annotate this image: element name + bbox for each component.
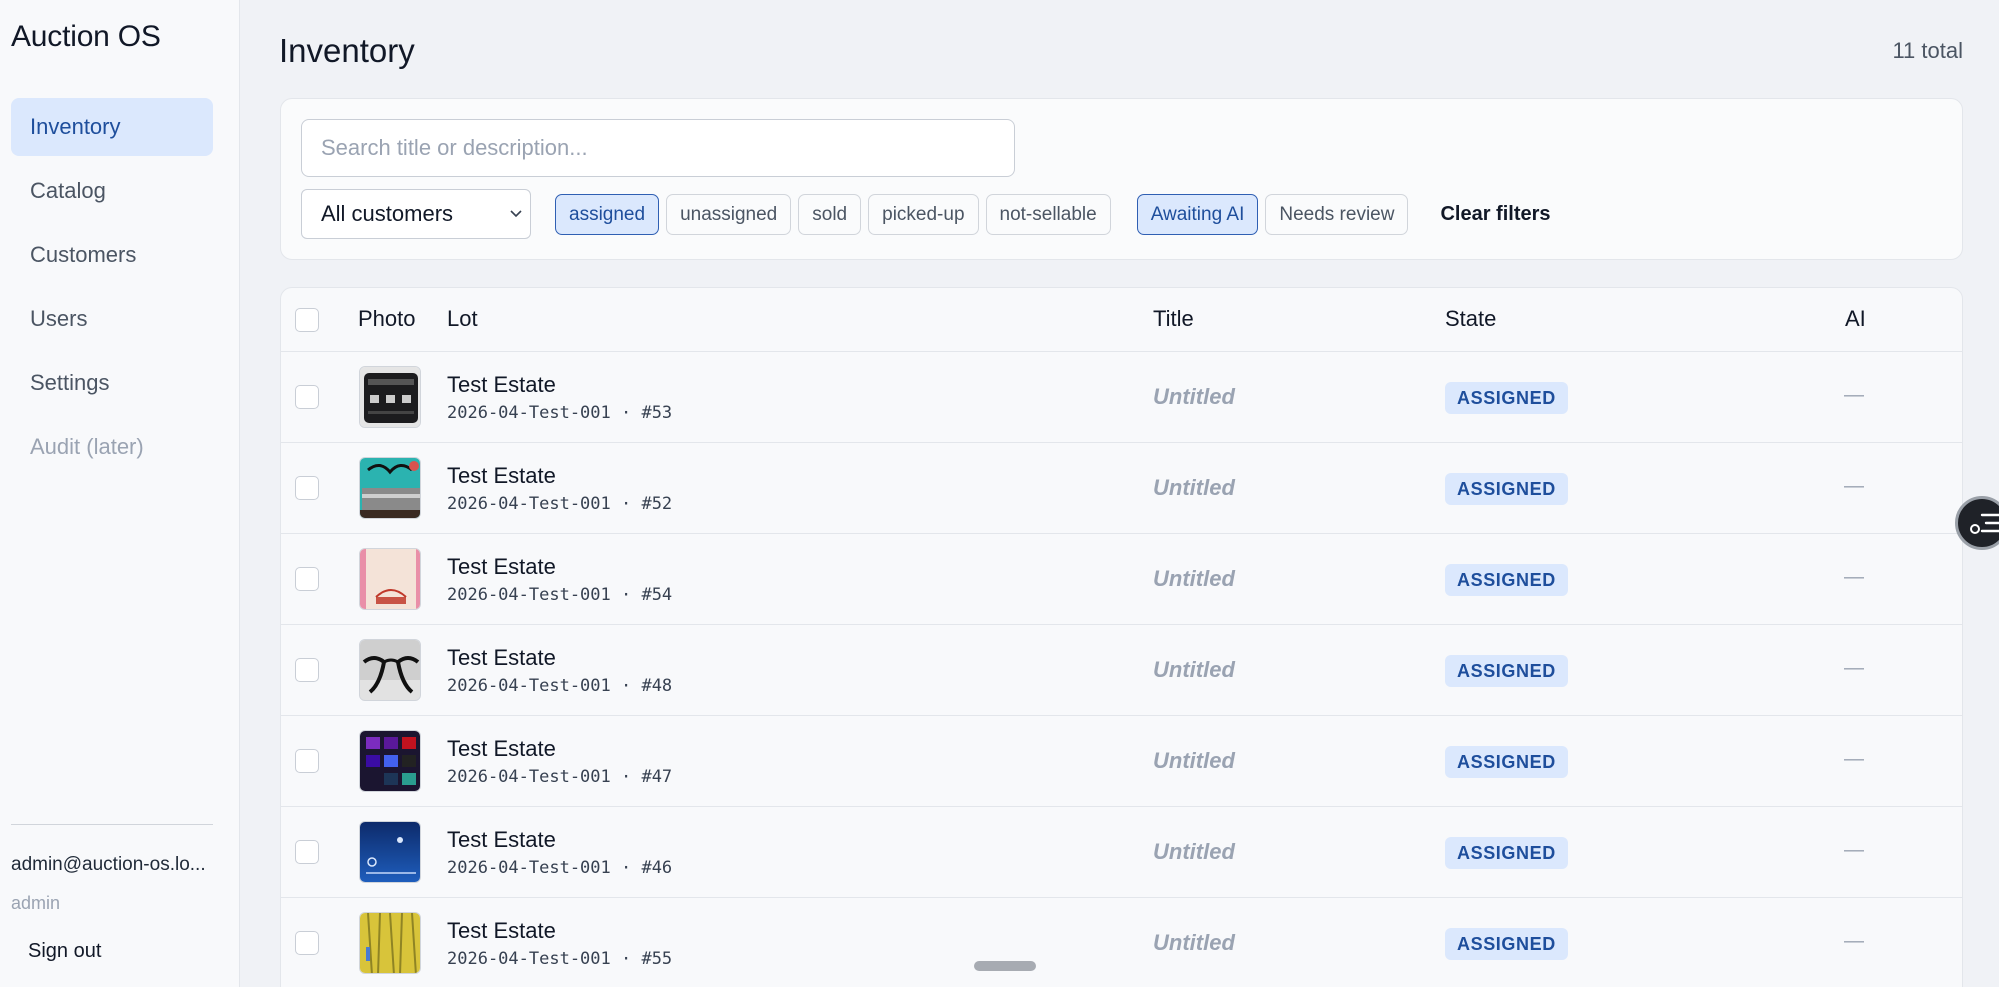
ai-status: — [1844,566,1864,588]
lot-name[interactable]: Test Estate [447,918,556,944]
chip-picked-up[interactable]: picked-up [868,194,979,235]
column-header-state: State [1445,306,1497,331]
eyeglasses-icon [359,639,421,701]
tv-screen-icon [359,730,421,792]
sidebar-item-settings[interactable]: Settings [11,354,213,412]
row-checkbox[interactable] [295,658,319,682]
lot-name[interactable]: Test Estate [447,554,556,580]
sign-out-button[interactable]: Sign out [28,940,101,963]
table-row[interactable]: Test Estate 2026-04-Test-001 · #52 Untit… [281,443,1962,534]
table-row[interactable]: Test Estate 2026-04-Test-001 · #46 Untit… [281,807,1962,898]
chip-sold[interactable]: sold [798,194,862,235]
filters-panel: All customers assigned unassigned sold p… [280,98,1963,260]
sidebar-item-inventory[interactable]: Inventory [11,98,213,156]
black-case-icon [359,366,421,428]
lot-code: 2026-04-Test-001 · #46 [447,858,673,878]
chip-unassigned[interactable]: unassigned [666,194,792,235]
sidebar-item-customers[interactable]: Customers [11,226,213,284]
item-title: Untitled [1153,657,1235,682]
select-all-checkbox[interactable] [295,308,319,332]
item-title: Untitled [1153,748,1235,773]
total-count: 11 total [1892,38,1963,63]
chip-not-sellable[interactable]: not-sellable [985,194,1111,235]
ai-status: — [1844,839,1864,861]
lot-name[interactable]: Test Estate [447,463,556,489]
chevron-down-icon [510,210,522,218]
floating-action-button[interactable] [1955,496,1999,550]
row-checkbox[interactable] [295,749,319,773]
lot-name[interactable]: Test Estate [447,645,556,671]
lot-code: 2026-04-Test-001 · #54 [447,585,673,605]
item-title: Untitled [1153,930,1235,955]
lot-code: 2026-04-Test-001 · #47 [447,767,673,787]
user-role: admin [11,893,61,913]
filter-chips: assigned unassigned sold picked-up not-s… [555,194,1551,235]
status-badge: ASSIGNED [1445,928,1568,960]
ai-status: — [1844,930,1864,952]
lot-name[interactable]: Test Estate [447,827,556,853]
status-badge: ASSIGNED [1445,837,1568,869]
lot-code: 2026-04-Test-001 · #48 [447,676,673,696]
tote-bag-icon [359,548,421,610]
status-badge: ASSIGNED [1445,746,1568,778]
teal-tray-icon [359,457,421,519]
app-title: Auction OS [11,20,161,53]
row-checkbox[interactable] [295,840,319,864]
sidebar-item-catalog[interactable]: Catalog [11,162,213,220]
lot-name[interactable]: Test Estate [447,372,556,398]
sidebar-item-users[interactable]: Users [11,290,213,348]
item-title: Untitled [1153,566,1235,591]
chip-awaiting-ai[interactable]: Awaiting AI [1136,194,1259,235]
ai-status: — [1844,475,1864,497]
sidebar: Auction OS Inventory Catalog Customers U… [0,0,240,987]
drag-handle[interactable] [974,961,1036,971]
table-row[interactable]: Test Estate 2026-04-Test-001 · #53 Untit… [281,352,1962,443]
yellow-fabric-icon [359,912,421,974]
table-row[interactable]: Test Estate 2026-04-Test-001 · #55 Untit… [281,898,1962,987]
row-checkbox[interactable] [295,385,319,409]
sidebar-divider [11,824,213,825]
lot-code: 2026-04-Test-001 · #55 [447,949,673,969]
inventory-table: Photo Lot Title State AI Test Estate 202… [280,287,1963,987]
search-input[interactable] [301,119,1015,177]
status-badge: ASSIGNED [1445,564,1568,596]
user-email: admin@auction-os.lo... [11,854,206,875]
item-title: Untitled [1153,839,1235,864]
chip-needs-review[interactable]: Needs review [1265,194,1409,235]
lot-code: 2026-04-Test-001 · #52 [447,494,673,514]
lot-code: 2026-04-Test-001 · #53 [447,403,673,423]
lot-name[interactable]: Test Estate [447,736,556,762]
column-header-title: Title [1153,306,1194,331]
list-settings-icon [1970,513,1999,534]
table-row[interactable]: Test Estate 2026-04-Test-001 · #54 Untit… [281,534,1962,625]
blue-screen-icon [359,821,421,883]
chip-assigned[interactable]: assigned [555,194,660,235]
table-row[interactable]: Test Estate 2026-04-Test-001 · #48 Untit… [281,625,1962,716]
row-checkbox[interactable] [295,476,319,500]
clear-filters-button[interactable]: Clear filters [1440,203,1550,226]
status-badge: ASSIGNED [1445,473,1568,505]
column-header-photo: Photo [358,306,416,331]
item-title: Untitled [1153,384,1235,409]
customer-select[interactable]: All customers [301,189,531,239]
status-badge: ASSIGNED [1445,655,1568,687]
table-header: Photo Lot Title State AI [281,288,1962,352]
item-title: Untitled [1153,475,1235,500]
table-row[interactable]: Test Estate 2026-04-Test-001 · #47 Untit… [281,716,1962,807]
page-title: Inventory [279,32,415,69]
ai-status: — [1844,384,1864,406]
sidebar-item-audit: Audit (later) [30,434,144,459]
column-header-lot: Lot [447,306,478,331]
column-header-ai: AI [1845,306,1866,331]
status-badge: ASSIGNED [1445,382,1568,414]
sidebar-nav: Inventory Catalog Customers Users Settin… [11,98,213,482]
ai-status: — [1844,748,1864,770]
ai-status: — [1844,657,1864,679]
customer-select-value: All customers [321,201,454,226]
row-checkbox[interactable] [295,567,319,591]
row-checkbox[interactable] [295,931,319,955]
